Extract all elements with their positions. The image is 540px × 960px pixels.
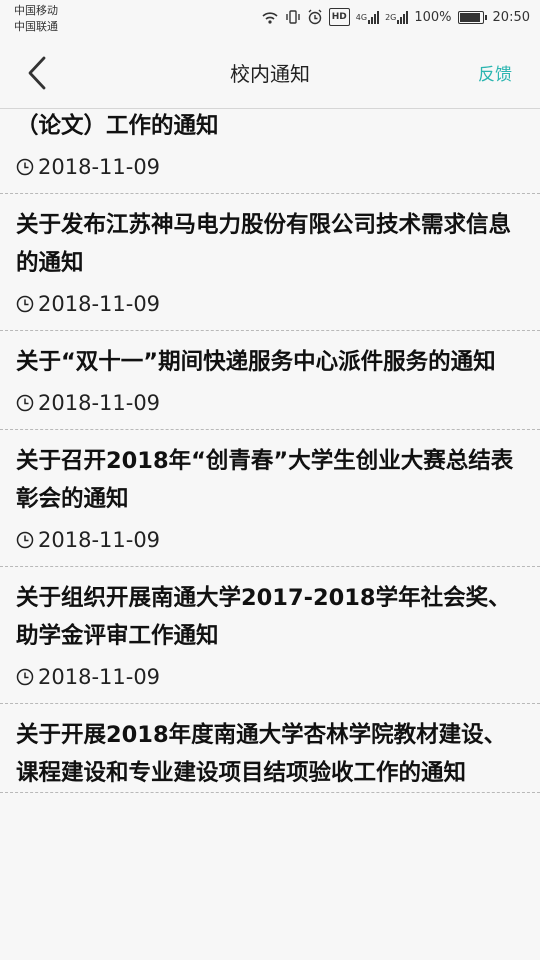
clock-icon (16, 668, 34, 686)
signal-icon-sim2: 2G (385, 9, 409, 25)
notice-title: 关于开展2018年度南通大学杏林学院教材建设、课程建设和专业建设项目结项验收工作… (16, 722, 507, 786)
notice-date: 2018-11-09 (38, 155, 161, 179)
clock-icon (16, 531, 34, 549)
clock-icon (16, 158, 34, 176)
notice-date-row: 2018-11-09 (16, 661, 524, 703)
clock-icon (16, 295, 34, 313)
notice-item[interactable]: 关于开展2018年度南通大学杏林学院教材建设、课程建设和专业建设项目结项验收工作… (0, 704, 540, 793)
status-icons: HD 4G 2G 100% 20:50 (261, 8, 530, 26)
carrier-info: 中国移动 中国联通 (14, 3, 58, 35)
notice-item[interactable]: 关于组织开展南通大学2017-2018学年社会奖、助学金评审工作通知 2018-1… (0, 567, 540, 704)
notice-title: 关于开展2018年度南通大学杏林学院毕业设计（论文）工作的通知 (16, 113, 219, 139)
vibrate-icon (285, 9, 301, 25)
feedback-button[interactable]: 反馈 (478, 60, 512, 85)
notice-date: 2018-11-09 (38, 528, 161, 552)
notice-date-row: 2018-11-09 (16, 151, 524, 193)
notice-title: 关于“双十一”期间快递服务中心派件服务的通知 (16, 349, 496, 375)
network-type-1: 4G (355, 12, 368, 22)
notice-item[interactable]: 关于发布江苏神马电力股份有限公司技术需求信息的通知 2018-11-09 (0, 194, 540, 331)
alarm-icon (307, 9, 323, 25)
carrier-2: 中国联通 (14, 20, 58, 33)
notice-date-row: 2018-11-09 (16, 524, 524, 566)
network-type-2: 2G (385, 12, 397, 22)
status-bar: 中国移动 中国联通 HD 4G 2G 100% 20:50 (0, 0, 540, 38)
notice-date: 2018-11-09 (38, 391, 161, 415)
hotspot-icon (261, 9, 279, 25)
notice-title: 关于发布江苏神马电力股份有限公司技术需求信息的通知 (16, 212, 512, 276)
notice-item[interactable]: 关于开展2018年度南通大学杏林学院毕业设计（论文）工作的通知 2018-11-0… (0, 109, 540, 194)
clock-icon (16, 394, 34, 412)
signal-icon-sim1: 4G (355, 9, 380, 25)
notice-date-row: 2018-11-09 (16, 387, 524, 429)
notice-list[interactable]: 关于开展2018年度南通大学杏林学院毕业设计（论文）工作的通知 2018-11-0… (0, 109, 540, 960)
notice-date-row: 2018-11-09 (16, 288, 524, 330)
notice-item[interactable]: 关于“双十一”期间快递服务中心派件服务的通知 2018-11-09 (0, 331, 540, 430)
page-title: 校内通知 (230, 62, 310, 86)
notice-date: 2018-11-09 (38, 665, 161, 689)
notice-date: 2018-11-09 (38, 292, 161, 316)
carrier-1: 中国移动 (14, 4, 58, 17)
notice-title: 关于组织开展南通大学2017-2018学年社会奖、助学金评审工作通知 (16, 585, 511, 649)
notice-title: 关于召开2018年“创青春”大学生创业大赛总结表彰会的通知 (16, 448, 514, 512)
clock-time: 20:50 (492, 9, 530, 25)
navigation-bar: 校内通知 反馈 (0, 38, 540, 109)
battery-icon (457, 10, 487, 24)
notice-item[interactable]: 关于召开2018年“创青春”大学生创业大赛总结表彰会的通知 2018-11-09 (0, 430, 540, 567)
hd-voice-badge: HD (328, 8, 350, 26)
battery-percent: 100% (414, 9, 452, 25)
